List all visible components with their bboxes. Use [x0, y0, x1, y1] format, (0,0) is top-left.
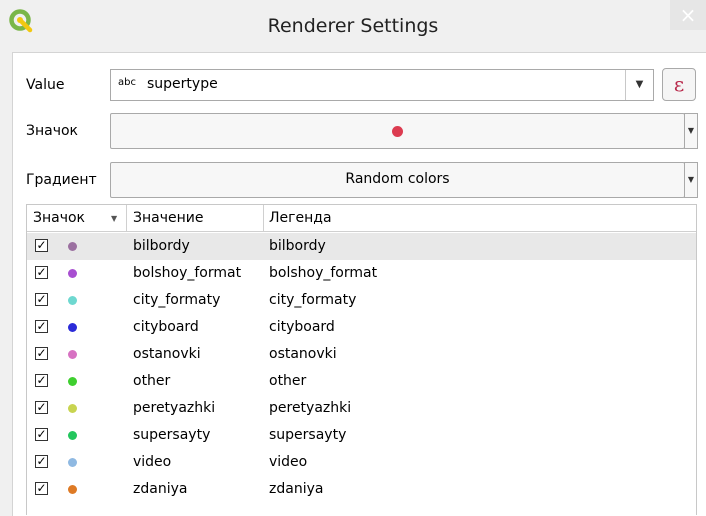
category-value: other [133, 373, 171, 389]
value-label: Value [26, 77, 65, 93]
window-title: Renderer Settings [267, 15, 439, 37]
category-symbol-icon[interactable] [68, 458, 77, 467]
table-header: Значок ▼ Значение Легенда [27, 205, 696, 232]
category-symbol-icon[interactable] [68, 269, 77, 278]
category-legend[interactable]: bolshoy_format [269, 260, 377, 287]
row-checkbox[interactable]: ✓ [35, 401, 48, 414]
column-header-symbol[interactable]: Значок [33, 205, 85, 231]
column-header-value[interactable]: Значение [133, 205, 203, 231]
category-legend[interactable]: video [269, 449, 307, 476]
value-field-combo[interactable]: abc supertype ▼ [110, 69, 654, 101]
row-checkbox[interactable]: ✓ [35, 320, 48, 333]
category-legend[interactable]: zdaniya [269, 476, 323, 503]
category-value: bilbordy [133, 238, 190, 254]
category-value: cityboard [133, 319, 199, 335]
category-value: bolshoy_format [133, 265, 242, 281]
category-value: peretyazhki [133, 400, 216, 416]
row-checkbox[interactable]: ✓ [35, 482, 48, 495]
category-value: city_formaty [133, 292, 221, 308]
category-symbol-icon[interactable] [68, 431, 77, 440]
category-legend[interactable]: supersayty [269, 422, 346, 449]
category-symbol-icon[interactable] [68, 404, 77, 413]
chevron-down-icon[interactable]: ▼ [625, 70, 653, 100]
row-checkbox[interactable]: ✓ [35, 347, 48, 360]
category-symbol-icon[interactable] [68, 242, 77, 251]
category-legend[interactable]: other [269, 368, 306, 395]
category-symbol-icon[interactable] [68, 296, 77, 305]
title-bar: Renderer Settings × [0, 0, 706, 52]
color-ramp-text: Random colors [345, 171, 450, 187]
row-checkbox[interactable]: ✓ [35, 239, 48, 252]
category-legend[interactable]: peretyazhki [269, 395, 351, 422]
row-checkbox[interactable]: ✓ [35, 428, 48, 441]
table-row[interactable]: ✓ supersayty supersayty [27, 422, 696, 449]
categories-table: Значок ▼ Значение Легенда ✓ bilbordy bilbo… [26, 204, 697, 515]
row-checkbox[interactable]: ✓ [35, 374, 48, 387]
value-field-text: supertype [147, 76, 218, 92]
symbol-dropdown-arrow[interactable]: ▼ [684, 113, 698, 149]
table-row[interactable]: ✓ bolshoy_format bolshoy_format [27, 260, 696, 287]
category-value: zdaniya [133, 481, 188, 497]
table-row[interactable]: ✓ zdaniya zdaniya [27, 476, 696, 503]
column-header-legend[interactable]: Легенда [269, 205, 332, 231]
row-checkbox[interactable]: ✓ [35, 455, 48, 468]
category-legend[interactable]: city_formaty [269, 287, 356, 314]
color-ramp-button[interactable]: Random colors [110, 162, 685, 198]
table-row[interactable]: ✓ peretyazhki peretyazhki [27, 395, 696, 422]
sort-arrow-icon: ▼ [111, 214, 118, 223]
category-legend[interactable]: ostanovki [269, 341, 337, 368]
table-row[interactable]: ✓ city_formaty city_formaty [27, 287, 696, 314]
table-row[interactable]: ✓ bilbordy bilbordy [27, 233, 696, 260]
table-row[interactable]: ✓ other other [27, 368, 696, 395]
close-button[interactable]: × [670, 0, 706, 30]
row-checkbox[interactable]: ✓ [35, 293, 48, 306]
category-symbol-icon[interactable] [68, 377, 77, 386]
category-symbol-icon[interactable] [68, 323, 77, 332]
category-value: ostanovki [133, 346, 201, 362]
table-row[interactable]: ✓ cityboard cityboard [27, 314, 696, 341]
symbol-preview-icon [392, 126, 403, 137]
category-legend[interactable]: cityboard [269, 314, 335, 341]
category-symbol-icon[interactable] [68, 350, 77, 359]
table-row[interactable]: ✓ video video [27, 449, 696, 476]
category-value: video [133, 454, 172, 470]
category-symbol-icon[interactable] [68, 485, 77, 494]
table-row[interactable]: ✓ ostanovki ostanovki [27, 341, 696, 368]
row-checkbox[interactable]: ✓ [35, 266, 48, 279]
color-ramp-dropdown-arrow[interactable]: ▼ [684, 162, 698, 198]
ramp-label: Градиент [26, 172, 97, 188]
symbol-label: Значок [26, 123, 79, 139]
expression-button[interactable]: ε [662, 68, 696, 101]
string-type-icon: abc [118, 77, 136, 88]
column-divider[interactable] [126, 205, 127, 231]
column-divider[interactable] [263, 205, 264, 231]
symbol-button[interactable] [110, 113, 685, 149]
category-value: supersayty [133, 427, 211, 443]
category-legend[interactable]: bilbordy [269, 233, 326, 260]
